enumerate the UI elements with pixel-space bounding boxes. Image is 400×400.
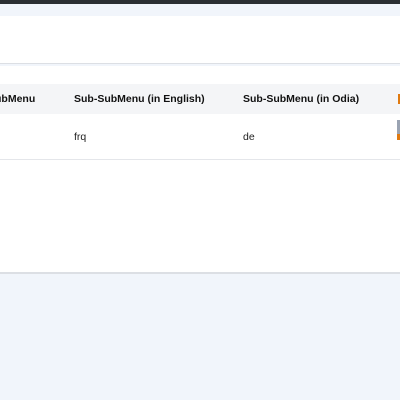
table-header-row: SubMenu Sub-SubMenu (in English) Sub-Sub… xyxy=(0,84,400,114)
column-header-subsubmenu-odia: Sub-SubMenu (in Odia) xyxy=(243,93,360,105)
table-row: frq de xyxy=(0,114,400,160)
cell-subsubmenu-odia: de xyxy=(243,131,255,143)
edit-icon[interactable] xyxy=(396,120,400,142)
top-strip xyxy=(0,4,400,16)
header-panel xyxy=(0,16,400,64)
column-header-subsubmenu-english: Sub-SubMenu (in English) xyxy=(74,93,205,105)
cell-subsubmenu-english: frq xyxy=(74,131,87,143)
column-header-submenu: SubMenu xyxy=(0,93,36,105)
